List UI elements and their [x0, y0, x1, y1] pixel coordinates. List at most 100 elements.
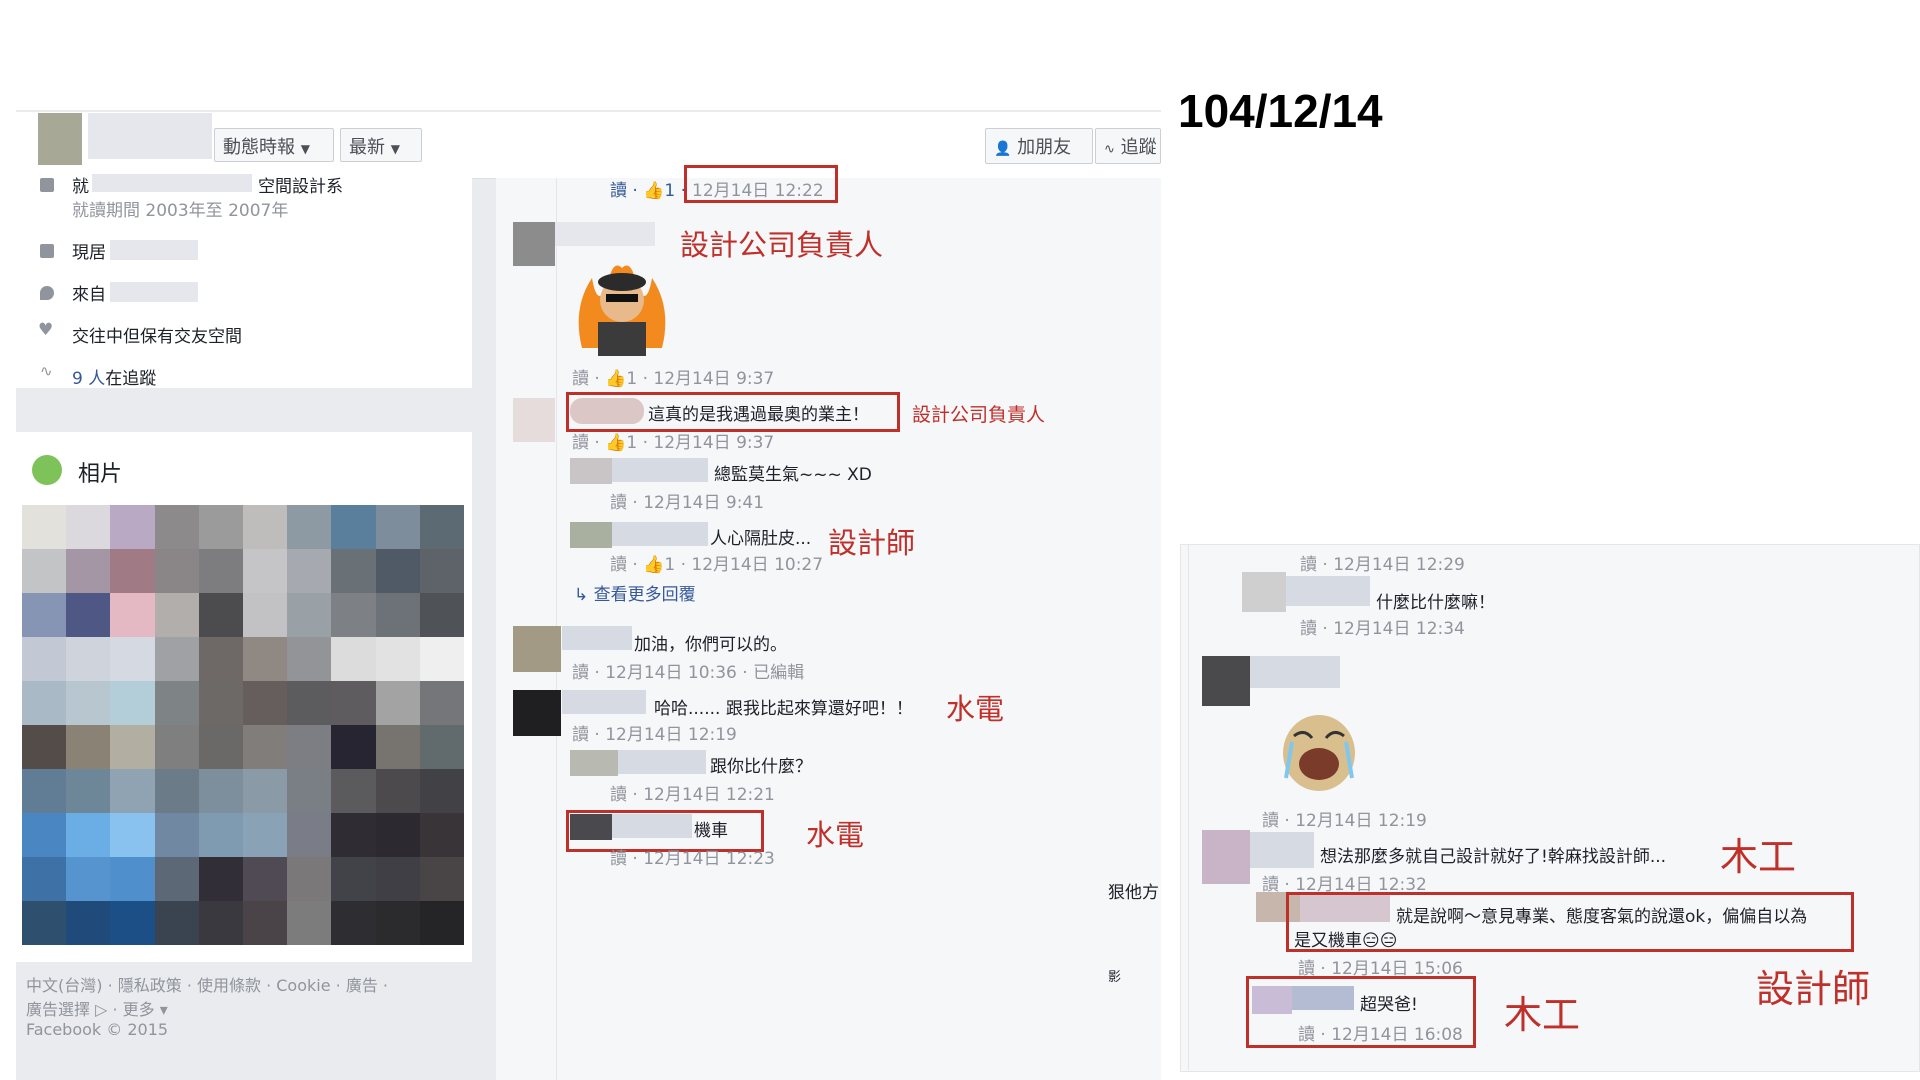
photo-tile[interactable]: [110, 901, 155, 945]
photo-tile[interactable]: [419, 725, 464, 769]
photo-grid[interactable]: [22, 505, 464, 945]
commenter-avatar[interactable]: [513, 626, 561, 672]
photo-tile[interactable]: [243, 549, 288, 593]
photo-tile[interactable]: [375, 813, 420, 857]
reply4-meta[interactable]: 讀 · 12月14日 12:23: [610, 844, 775, 869]
photo-tile[interactable]: [375, 769, 420, 813]
photo-tile[interactable]: [110, 681, 155, 725]
reply2-meta[interactable]: 讀 · 👍1 · 12月14日 10:27: [610, 550, 823, 575]
photo-tile[interactable]: [66, 813, 111, 857]
photo-tile[interactable]: [22, 769, 67, 813]
add-friend-button[interactable]: 👤 加朋友: [985, 128, 1093, 164]
photo-tile[interactable]: [375, 505, 420, 549]
photo-tile[interactable]: [287, 549, 332, 593]
photo-tile[interactable]: [419, 681, 464, 725]
footer-ad-choices[interactable]: 廣告選擇 ▷ · 更多 ▾: [26, 996, 168, 1020]
commenter-avatar[interactable]: [1202, 656, 1250, 706]
photo-tile[interactable]: [243, 681, 288, 725]
right-meta-3[interactable]: 讀 · 12月14日 12:19: [1262, 806, 1427, 831]
photo-tile[interactable]: [287, 813, 332, 857]
photo-tile[interactable]: [375, 725, 420, 769]
photo-tile[interactable]: [287, 637, 332, 681]
commenter-name-blurred[interactable]: [562, 690, 646, 714]
photo-tile[interactable]: [154, 857, 199, 901]
follow-button[interactable]: ∿ 追蹤: [1095, 128, 1161, 164]
photo-tile[interactable]: [66, 901, 111, 945]
photo-tile[interactable]: [198, 901, 243, 945]
photo-tile[interactable]: [154, 769, 199, 813]
commenter-avatar[interactable]: [513, 398, 555, 442]
reply3-meta[interactable]: 讀 · 12月14日 12:21: [610, 780, 775, 805]
photo-tile[interactable]: [110, 505, 155, 549]
reply-avatar[interactable]: [570, 458, 612, 484]
photo-tile[interactable]: [243, 813, 288, 857]
comment1-meta[interactable]: 讀 · 👍1 · 12月14日 9:37: [572, 364, 774, 389]
photo-tile[interactable]: [198, 549, 243, 593]
photo-tile[interactable]: [243, 637, 288, 681]
photo-tile[interactable]: [66, 593, 111, 637]
photo-tile[interactable]: [419, 813, 464, 857]
photo-tile[interactable]: [243, 505, 288, 549]
photo-tile[interactable]: [243, 769, 288, 813]
latest-dropdown[interactable]: 最新 ▼: [340, 128, 422, 162]
right-meta-6[interactable]: 讀 · 12月14日 16:08: [1298, 1020, 1463, 1045]
photo-tile[interactable]: [287, 593, 332, 637]
photo-tile[interactable]: [198, 813, 243, 857]
photo-tile[interactable]: [331, 813, 376, 857]
photo-tile[interactable]: [243, 593, 288, 637]
photo-tile[interactable]: [66, 549, 111, 593]
photo-tile[interactable]: [66, 725, 111, 769]
reply-name-blurred[interactable]: [618, 750, 706, 774]
more-replies-link[interactable]: ↳ 查看更多回覆: [574, 580, 696, 605]
photo-tile[interactable]: [198, 593, 243, 637]
photo-tile[interactable]: [419, 901, 464, 945]
photo-tile[interactable]: [198, 681, 243, 725]
photo-tile[interactable]: [375, 901, 420, 945]
photo-tile[interactable]: [66, 769, 111, 813]
reply-name-blurred[interactable]: [1286, 576, 1370, 606]
timeline-dropdown[interactable]: 動態時報 ▼: [214, 128, 334, 162]
photo-tile[interactable]: [110, 769, 155, 813]
photo-tile[interactable]: [331, 593, 376, 637]
reply-name-blurred[interactable]: [612, 458, 708, 482]
photo-tile[interactable]: [66, 681, 111, 725]
photo-tile[interactable]: [198, 857, 243, 901]
photo-tile[interactable]: [331, 637, 376, 681]
photo-tile[interactable]: [22, 637, 67, 681]
photo-tile[interactable]: [375, 681, 420, 725]
reply-avatar[interactable]: [570, 522, 612, 548]
profile-avatar[interactable]: [38, 113, 82, 165]
photo-tile[interactable]: [110, 725, 155, 769]
photo-tile[interactable]: [22, 813, 67, 857]
comment3-meta[interactable]: 讀 · 12月14日 10:36 · 已編輯: [572, 658, 804, 683]
photo-tile[interactable]: [419, 857, 464, 901]
photo-tile[interactable]: [375, 857, 420, 901]
photo-tile[interactable]: [287, 769, 332, 813]
photo-tile[interactable]: [198, 505, 243, 549]
reply-name-blurred[interactable]: [612, 522, 708, 546]
photo-tile[interactable]: [287, 725, 332, 769]
photo-tile[interactable]: [66, 857, 111, 901]
photo-tile[interactable]: [154, 725, 199, 769]
photo-tile[interactable]: [331, 725, 376, 769]
photo-tile[interactable]: [22, 901, 67, 945]
photo-tile[interactable]: [22, 505, 67, 549]
photo-tile[interactable]: [154, 813, 199, 857]
photo-tile[interactable]: [375, 549, 420, 593]
footer-links[interactable]: 中文(台灣) · 隱私政策 · 使用條款 · Cookie · 廣告 ·: [26, 972, 388, 996]
photo-tile[interactable]: [110, 857, 155, 901]
photo-tile[interactable]: [287, 505, 332, 549]
from-value-blurred[interactable]: [110, 282, 198, 302]
photo-tile[interactable]: [22, 857, 67, 901]
reply-avatar[interactable]: [570, 750, 618, 776]
photo-tile[interactable]: [287, 901, 332, 945]
photo-tile[interactable]: [110, 549, 155, 593]
comment2-meta[interactable]: 讀 · 👍1 · 12月14日 9:37: [572, 428, 774, 453]
photo-tile[interactable]: [331, 549, 376, 593]
photo-tile[interactable]: [110, 813, 155, 857]
top-meta-actions[interactable]: 讀 · 👍1 ·: [610, 181, 686, 201]
reply-avatar[interactable]: [1242, 572, 1286, 612]
photo-tile[interactable]: [154, 681, 199, 725]
photo-tile[interactable]: [375, 637, 420, 681]
photo-tile[interactable]: [419, 505, 464, 549]
